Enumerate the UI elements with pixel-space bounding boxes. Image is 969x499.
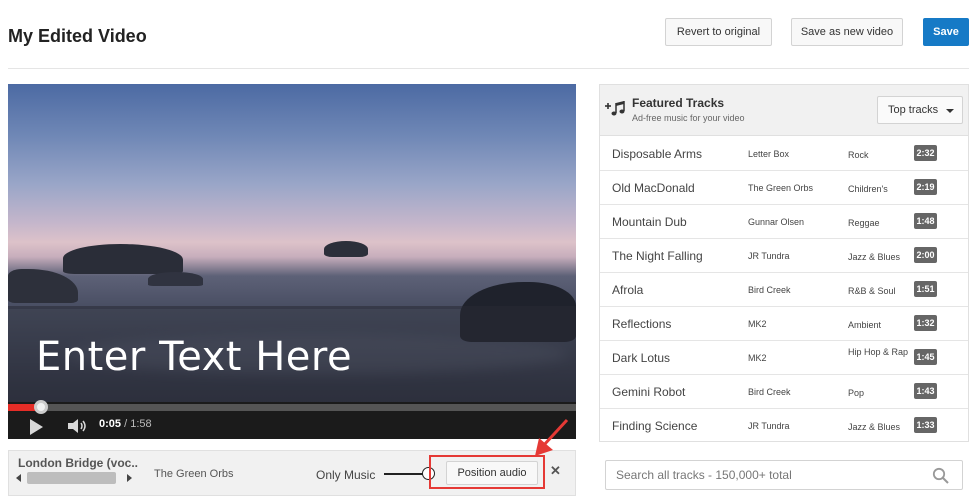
track-name: Dark Lotus — [612, 351, 671, 365]
track-artist: JR Tundra — [748, 421, 790, 431]
track-artist: Gunnar Olsen — [748, 217, 805, 227]
overlay-text[interactable]: Enter Text Here — [36, 334, 352, 380]
track-genre: Rock — [848, 150, 869, 160]
chevron-down-icon — [946, 109, 954, 113]
track-genre: Jazz & Blues — [848, 422, 901, 432]
track-duration-badge: 2:32 — [914, 145, 937, 161]
page-title: My Edited Video — [8, 26, 147, 46]
track-name: The Night Falling — [612, 249, 703, 263]
track-genre: Reggae — [848, 218, 880, 228]
track-row[interactable]: Gemini Robot Bird Creek Pop 1:43 — [600, 375, 968, 409]
save-as-new-video-button[interactable]: Save as new video — [791, 18, 903, 46]
annotation-arrow-icon — [535, 418, 569, 456]
track-artist: JR Tundra — [748, 251, 790, 261]
featured-tracks-panel: Featured Tracks Ad-free music for your v… — [599, 84, 969, 442]
music-add-icon — [605, 101, 625, 116]
video-editor: My Edited Video Revert to original Save … — [0, 0, 969, 499]
track-duration-badge: 2:00 — [914, 247, 937, 263]
track-row[interactable]: Dark Lotus MK2 Hip Hop & Rap 1:45 — [600, 341, 968, 375]
mix-label: Only Music — [316, 468, 376, 482]
track-artist: Bird Creek — [748, 387, 791, 397]
top-tracks-label: Top tracks — [888, 104, 939, 116]
video-rock — [324, 241, 368, 257]
track-duration-badge: 1:43 — [914, 383, 937, 399]
track-name: Gemini Robot — [612, 385, 686, 399]
video-rock — [148, 272, 203, 286]
track-artist: Letter Box — [748, 149, 790, 159]
track-name: Finding Science — [612, 419, 698, 433]
track-genre: Pop — [848, 388, 865, 398]
audio-track-title: London Bridge (voc.. — [18, 456, 138, 470]
play-icon[interactable] — [30, 419, 43, 435]
scroll-right-icon[interactable] — [127, 474, 132, 482]
tracks-header: Featured Tracks Ad-free music for your v… — [600, 85, 968, 136]
tracks-subtitle: Ad-free music for your video — [632, 113, 745, 123]
top-tracks-dropdown[interactable]: Top tracks — [877, 96, 963, 124]
track-artist: MK2 — [748, 319, 767, 329]
track-duration-badge: 1:32 — [914, 315, 937, 331]
video-rock — [63, 244, 183, 274]
track-duration-badge: 1:33 — [914, 417, 937, 433]
track-genre: Hip Hop & Rap — [848, 347, 909, 357]
track-artist: MK2 — [748, 353, 767, 363]
search-icon[interactable] — [932, 467, 950, 485]
track-name: Reflections — [612, 317, 672, 331]
search-box — [605, 460, 963, 490]
save-button[interactable]: Save — [923, 18, 969, 46]
header-divider — [8, 68, 969, 69]
track-name: Disposable Arms — [612, 147, 703, 161]
audio-track-artist: The Green Orbs — [154, 468, 234, 480]
track-name: Old MacDonald — [612, 181, 695, 195]
track-row[interactable]: Disposable Arms Letter Box Rock 2:32 — [600, 137, 968, 171]
track-genre: Jazz & Blues — [848, 252, 901, 262]
track-artist: The Green Orbs — [748, 183, 814, 193]
track-duration-badge: 2:19 — [914, 179, 937, 195]
audio-scroll-thumb[interactable] — [27, 472, 116, 484]
track-artist: Bird Creek — [748, 285, 791, 295]
track-duration-badge: 1:48 — [914, 213, 937, 229]
track-row[interactable]: Mountain Dub Gunnar Olsen Reggae 1:48 — [600, 205, 968, 239]
track-duration-badge: 1:51 — [914, 281, 937, 297]
tracks-title: Featured Tracks — [632, 96, 725, 110]
track-genre: Ambient — [848, 320, 882, 330]
track-genre: Children's — [848, 184, 888, 194]
track-genre: R&B & Soul — [848, 286, 896, 296]
search-input[interactable] — [606, 461, 926, 489]
track-row[interactable]: Old MacDonald The Green Orbs Children's 2:1… — [600, 171, 968, 205]
track-row[interactable]: Afrola Bird Creek R&B & Soul 1:51 — [600, 273, 968, 307]
close-icon[interactable]: ✕ — [550, 463, 561, 479]
scroll-left-icon[interactable] — [16, 474, 21, 482]
video-player[interactable]: Enter Text Here 0:05 / 1:58 — [8, 84, 576, 439]
track-duration-badge: 1:45 — [914, 349, 937, 365]
track-name: Afrola — [612, 283, 644, 297]
mix-slider-track — [384, 473, 426, 475]
track-list: Disposable Arms Letter Box Rock 2:32 Old Mac… — [600, 137, 968, 443]
volume-icon[interactable] — [67, 417, 89, 435]
track-row[interactable]: Finding Science JR Tundra Jazz & Blues 1:33 — [600, 409, 968, 443]
track-row[interactable]: Reflections MK2 Ambient 1:32 — [600, 307, 968, 341]
duration: 1:58 — [130, 418, 152, 430]
time-display: 0:05 / 1:58 — [99, 418, 152, 430]
progress-bar[interactable] — [8, 404, 576, 411]
position-audio-button[interactable]: Position audio — [446, 461, 538, 485]
track-row[interactable]: The Night Falling JR Tundra Jazz & Blues 2:… — [600, 239, 968, 273]
time-separator: / — [124, 418, 128, 430]
revert-to-original-button[interactable]: Revert to original — [665, 18, 772, 46]
track-name: Mountain Dub — [612, 215, 687, 229]
progress-handle[interactable] — [34, 400, 48, 414]
current-time: 0:05 — [99, 418, 122, 430]
